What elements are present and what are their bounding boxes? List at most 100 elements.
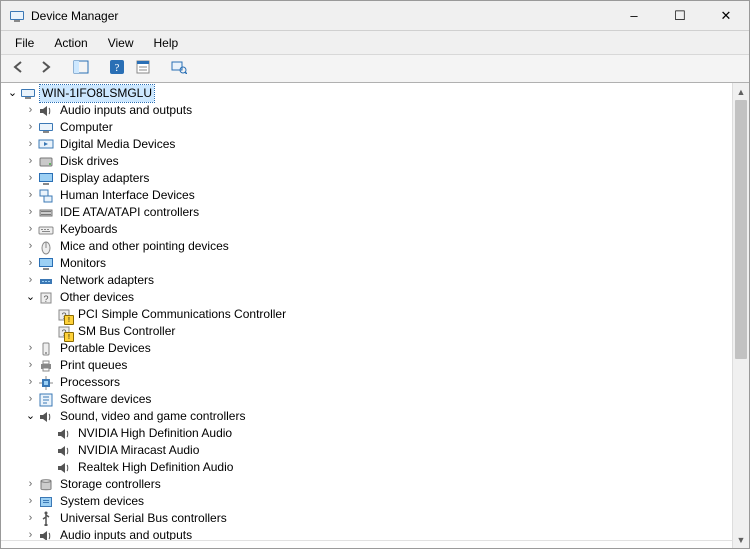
monitor-icon: [38, 256, 54, 272]
software-icon: [38, 392, 54, 408]
tree-item[interactable]: Realtek High Definition Audio: [5, 459, 732, 476]
toolbar-show-hide-tree[interactable]: [69, 58, 93, 80]
tree-item[interactable]: ›Keyboards: [5, 221, 732, 238]
tree-item[interactable]: ›Audio inputs and outputs: [5, 102, 732, 119]
mouse-icon: [38, 239, 54, 255]
scroll-up-icon[interactable]: ▲: [733, 83, 749, 100]
expand-glyph[interactable]: ›: [23, 374, 38, 391]
expand-glyph[interactable]: ›: [23, 119, 38, 136]
ide-icon: [38, 205, 54, 221]
system-icon: [38, 494, 54, 510]
tree-item[interactable]: › Print queues: [5, 357, 732, 374]
tree-item[interactable]: ›Display adapters: [5, 170, 732, 187]
toolbar-forward[interactable]: [33, 58, 57, 80]
network-icon: [38, 273, 54, 289]
expand-glyph[interactable]: ›: [23, 340, 38, 357]
media-icon: [38, 137, 54, 153]
expand-glyph[interactable]: ›: [23, 476, 38, 493]
tree-item-label: Print queues: [58, 357, 129, 374]
tree-item[interactable]: ⌄?Other devices: [5, 289, 732, 306]
toolbar-properties[interactable]: [131, 58, 155, 80]
tree-item-label: SM Bus Controller: [76, 323, 177, 340]
maximize-button[interactable]: ☐: [657, 1, 703, 31]
expand-glyph[interactable]: ›: [23, 221, 38, 238]
expand-glyph[interactable]: ›: [23, 136, 38, 153]
scroll-down-icon[interactable]: ▼: [733, 531, 749, 548]
scroll-track[interactable]: [733, 100, 749, 531]
menu-action[interactable]: Action: [44, 33, 97, 53]
device-tree[interactable]: ⌄ WIN-1IFO8LSMGLU›Audio inputs and output…: [1, 83, 732, 548]
computer-root-icon: [20, 86, 36, 102]
tree-item-label: NVIDIA High Definition Audio: [76, 425, 234, 442]
tree-item[interactable]: ⌄ WIN-1IFO8LSMGLU: [5, 85, 732, 102]
tree-item[interactable]: ?PCI Simple Communications Controller: [5, 306, 732, 323]
expand-glyph[interactable]: ›: [23, 204, 38, 221]
tree-item-label: NVIDIA Miracast Audio: [76, 442, 201, 459]
expand-glyph[interactable]: ›: [23, 170, 38, 187]
tree-item[interactable]: ›Disk drives: [5, 153, 732, 170]
tree-item[interactable]: ›Storage controllers: [5, 476, 732, 493]
tree-item[interactable]: › Monitors: [5, 255, 732, 272]
help-icon: ?: [110, 60, 124, 77]
collapse-glyph[interactable]: ⌄: [23, 289, 38, 306]
tree-item[interactable]: › Software devices: [5, 391, 732, 408]
expand-glyph[interactable]: ›: [23, 493, 38, 510]
minimize-button[interactable]: –: [611, 1, 657, 31]
expand-glyph[interactable]: ›: [23, 272, 38, 289]
arrow-left-icon: [11, 60, 27, 77]
expand-glyph[interactable]: ›: [23, 255, 38, 272]
cpu-icon: [38, 375, 54, 391]
speaker-icon: [38, 103, 54, 119]
close-button[interactable]: ✕: [703, 1, 749, 31]
menu-help[interactable]: Help: [144, 33, 189, 53]
toolbar-scan-hardware[interactable]: [167, 58, 191, 80]
tree-item-label: Monitors: [58, 255, 108, 272]
collapse-glyph[interactable]: ⌄: [5, 85, 20, 102]
tree-item-label: Software devices: [58, 391, 153, 408]
tree-item[interactable]: ›Network adapters: [5, 272, 732, 289]
tree-item[interactable]: ›Universal Serial Bus controllers: [5, 510, 732, 527]
toolbar-back[interactable]: [7, 58, 31, 80]
tree-item[interactable]: › Computer: [5, 119, 732, 136]
tree-item-label: Processors: [58, 374, 122, 391]
tree-item[interactable]: ?SM Bus Controller: [5, 323, 732, 340]
expand-glyph[interactable]: ›: [23, 238, 38, 255]
menu-file[interactable]: File: [5, 33, 44, 53]
svg-text:?: ?: [43, 294, 48, 304]
tree-item[interactable]: NVIDIA High Definition Audio: [5, 425, 732, 442]
toolbar-help[interactable]: ?: [105, 58, 129, 80]
tree-item[interactable]: ›System devices: [5, 493, 732, 510]
svg-text:?: ?: [61, 311, 66, 321]
tree-item-label: Computer: [58, 119, 115, 136]
tree-item[interactable]: › Processors: [5, 374, 732, 391]
tree-item[interactable]: NVIDIA Miracast Audio: [5, 442, 732, 459]
window-title: Device Manager: [31, 9, 118, 23]
expand-glyph[interactable]: ›: [23, 391, 38, 408]
expand-glyph[interactable]: ›: [23, 357, 38, 374]
other-icon: ?: [38, 290, 54, 306]
expand-glyph[interactable]: ›: [23, 102, 38, 119]
tree-item[interactable]: ›IDE ATA/ATAPI controllers: [5, 204, 732, 221]
sound-icon: [56, 443, 72, 459]
tree-item[interactable]: ⌄Sound, video and game controllers: [5, 408, 732, 425]
tree-item[interactable]: › Portable Devices: [5, 340, 732, 357]
tree-item-label: WIN-1IFO8LSMGLU: [40, 85, 154, 102]
keyboard-icon: [38, 222, 54, 238]
tree-item-label: Portable Devices: [58, 340, 153, 357]
scroll-thumb[interactable]: [735, 100, 747, 359]
tree-item-label: Realtek High Definition Audio: [76, 459, 235, 476]
menu-view[interactable]: View: [98, 33, 144, 53]
tree-item[interactable]: › Human Interface Devices: [5, 187, 732, 204]
tree-item[interactable]: ›Mice and other pointing devices: [5, 238, 732, 255]
expand-glyph[interactable]: ›: [23, 510, 38, 527]
tree-item[interactable]: ›Digital Media Devices: [5, 136, 732, 153]
app-icon: [9, 8, 25, 24]
expand-glyph[interactable]: ›: [23, 187, 38, 204]
expand-glyph[interactable]: ›: [23, 153, 38, 170]
portable-icon: [38, 341, 54, 357]
arrow-right-icon: [37, 60, 53, 77]
vertical-scrollbar[interactable]: ▲ ▼: [732, 83, 749, 548]
tree-item-label: Human Interface Devices: [58, 187, 197, 204]
collapse-glyph[interactable]: ⌄: [23, 408, 38, 425]
menu-bar: File Action View Help: [1, 31, 749, 55]
